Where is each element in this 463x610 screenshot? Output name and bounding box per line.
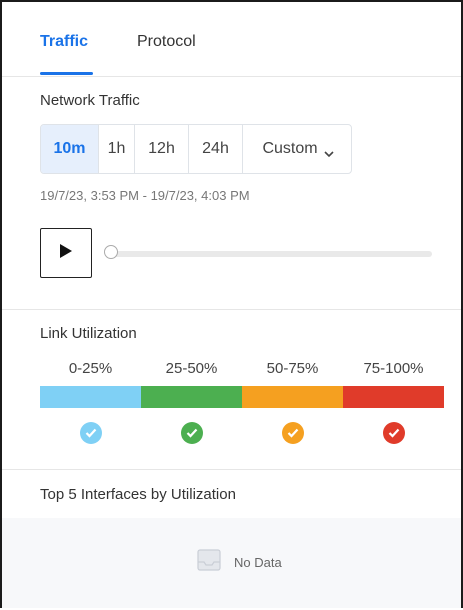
section-divider bbox=[2, 309, 461, 310]
link-utilization-title: Link Utilization bbox=[40, 325, 137, 342]
range-1h-button[interactable]: 1h bbox=[99, 125, 135, 173]
utilization-filter-checks bbox=[40, 422, 444, 444]
util-segment-75-100 bbox=[343, 386, 444, 408]
section-divider bbox=[2, 469, 461, 470]
tab-traffic[interactable]: Traffic bbox=[40, 33, 88, 51]
play-icon bbox=[59, 243, 73, 264]
traffic-panel: Traffic Protocol Network Traffic 10m 1h … bbox=[0, 0, 463, 608]
no-data-text: No Data bbox=[234, 555, 282, 570]
check-circle-icon[interactable] bbox=[180, 422, 203, 444]
util-label-75-100: 75-100% bbox=[363, 360, 424, 377]
util-segment-25-50 bbox=[141, 386, 242, 408]
empty-inbox-icon bbox=[196, 548, 222, 577]
range-24h-button[interactable]: 24h bbox=[189, 125, 243, 173]
utilization-legend-labels: 0-25% 25-50% 50-75% 75-100% bbox=[40, 360, 444, 377]
util-label-0-25: 0-25% bbox=[68, 360, 113, 377]
util-segment-50-75 bbox=[242, 386, 343, 408]
tab-protocol[interactable]: Protocol bbox=[137, 33, 196, 51]
range-custom-dropdown[interactable]: Custom bbox=[243, 125, 351, 173]
top-interfaces-title: Top 5 Interfaces by Utilization bbox=[40, 486, 236, 503]
network-traffic-title: Network Traffic bbox=[40, 92, 140, 109]
empty-state: No Data bbox=[196, 548, 282, 577]
util-segment-0-25 bbox=[40, 386, 141, 408]
time-range-selector: 10m 1h 12h 24h Custom bbox=[40, 124, 352, 174]
util-label-50-75: 50-75% bbox=[266, 360, 319, 377]
range-custom-label: Custom bbox=[262, 140, 318, 157]
range-10m-button[interactable]: 10m bbox=[41, 125, 99, 173]
timeline-slider-track[interactable] bbox=[106, 251, 432, 257]
check-circle-icon[interactable] bbox=[79, 422, 102, 444]
util-label-25-50: 25-50% bbox=[165, 360, 218, 377]
timeline-slider-thumb[interactable] bbox=[104, 245, 118, 259]
range-12h-button[interactable]: 12h bbox=[135, 125, 189, 173]
play-button[interactable] bbox=[40, 228, 92, 278]
chevron-down-icon bbox=[323, 145, 334, 158]
utilization-color-bar bbox=[40, 386, 444, 408]
tab-bar: Traffic Protocol bbox=[2, 2, 461, 77]
active-tab-indicator bbox=[40, 72, 93, 75]
date-range-text: 19/7/23, 3:53 PM - 19/7/23, 4:03 PM bbox=[40, 188, 250, 203]
check-circle-icon[interactable] bbox=[382, 422, 405, 444]
check-circle-icon[interactable] bbox=[281, 422, 304, 444]
